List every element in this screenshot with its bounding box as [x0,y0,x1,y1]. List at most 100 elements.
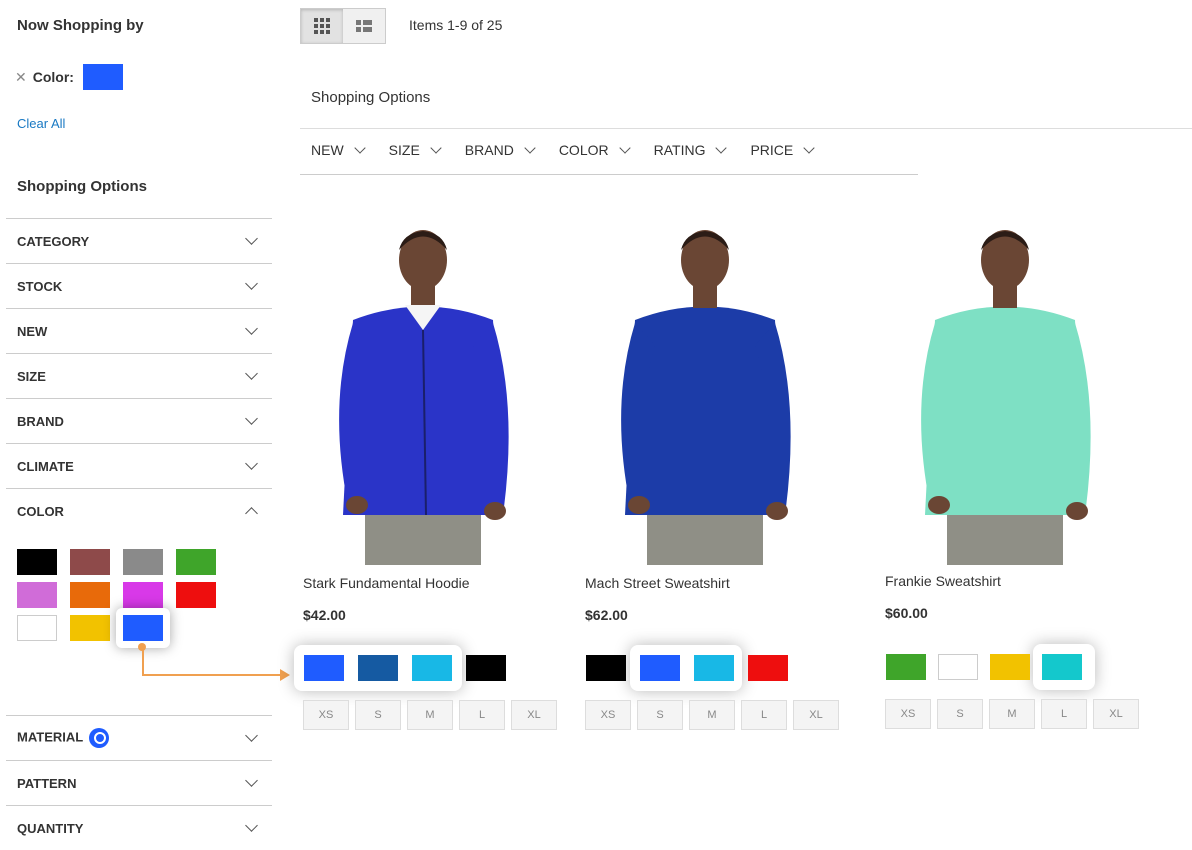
filter-material[interactable]: MATERIAL [6,715,272,760]
filter-label: MATERIAL [17,728,110,748]
product-color-swatch[interactable] [938,654,978,680]
product-color-swatch[interactable] [886,654,926,680]
product-color-swatch[interactable] [358,655,398,681]
product-card[interactable]: Mach Street Sweatshirt $62.00 [585,205,855,623]
color-swatch[interactable] [116,608,170,648]
color-swatch[interactable] [70,615,110,641]
size-option[interactable]: XS [885,699,931,729]
chevron-down-icon [245,729,258,742]
grid-view-button[interactable] [301,9,343,43]
product-price: $60.00 [885,605,928,621]
product-color-swatch[interactable] [412,655,452,681]
clear-all-link[interactable]: Clear All [17,116,65,131]
top-filter-color[interactable]: COLOR [559,141,633,158]
hand [928,496,950,514]
product-sizes: XS S M L XL [303,700,557,730]
swatch-fill [70,549,110,575]
size-option[interactable]: S [937,699,983,729]
filter-label: SIZE [17,368,46,384]
top-filter-price[interactable]: PRICE [750,141,817,158]
filter-quantity[interactable]: QUANTITY [6,805,272,850]
filter-new[interactable]: NEW [6,308,272,353]
product-sizes: XS S M L XL [885,699,1139,729]
filter-category[interactable]: CATEGORY [6,218,272,263]
connector-line [142,645,144,675]
size-option[interactable]: XL [793,700,839,730]
list-view-button[interactable] [343,9,385,43]
product-card[interactable]: Stark Fundamental Hoodie $42.00 [303,205,573,623]
color-swatch[interactable] [176,549,216,575]
material-info-icon [89,728,110,748]
product-card[interactable]: Frankie Sweatshirt $60.00 [885,205,1155,621]
top-filter-bar: NEW SIZE BRAND COLOR RATING PRICE [311,141,817,158]
top-filter-new[interactable]: NEW [311,141,368,158]
color-swatch[interactable] [17,615,57,641]
filter-label: CATEGORY [17,233,90,249]
filter-stock[interactable]: STOCK [6,263,272,308]
filter-size[interactable]: SIZE [6,353,272,398]
product-image[interactable] [885,205,1155,565]
active-filter-label: Color: [32,69,74,85]
size-option[interactable]: XS [585,700,631,730]
color-swatch[interactable] [123,582,163,608]
product-name[interactable]: Frankie Sweatshirt [885,573,1155,589]
top-filter-brand[interactable]: BRAND [464,141,538,158]
product-color-swatch[interactable] [466,655,506,681]
list-icon [356,20,372,32]
top-filter-label: NEW [311,142,344,158]
product-name[interactable]: Mach Street Sweatshirt [585,575,855,591]
size-option[interactable]: L [459,700,505,730]
color-swatch[interactable] [176,582,216,608]
size-option[interactable]: S [637,700,683,730]
size-option[interactable]: M [689,700,735,730]
color-swatch[interactable] [70,582,110,608]
size-option[interactable]: XS [303,700,349,730]
product-name[interactable]: Stark Fundamental Hoodie [303,575,573,591]
top-filter-size[interactable]: SIZE [389,141,444,158]
product-color-swatch[interactable] [640,655,680,681]
product-color-swatch[interactable] [748,655,788,681]
color-swatch[interactable] [17,582,57,608]
size-option[interactable]: S [355,700,401,730]
product-price: $42.00 [303,607,346,623]
arrow-right-icon [280,669,290,681]
filter-brand[interactable]: BRAND [6,398,272,443]
swatch-fill [123,549,163,575]
filter-label: QUANTITY [17,820,84,836]
size-option[interactable]: M [407,700,453,730]
top-filter-rating[interactable]: RATING [653,141,730,158]
size-option[interactable]: XL [511,700,557,730]
product-price: $62.00 [585,607,628,623]
product-color-swatch[interactable] [1042,654,1082,680]
color-swatch[interactable] [123,549,163,575]
top-filter-label: PRICE [750,142,794,158]
chevron-down-icon [245,457,258,470]
color-swatch[interactable] [70,549,110,575]
product-image[interactable] [585,205,855,565]
divider [300,174,918,175]
filter-label: STOCK [17,278,63,294]
remove-filter-icon[interactable]: ✕ [15,69,27,86]
product-color-swatch[interactable] [694,655,734,681]
filter-label: COLOR [17,503,64,519]
top-filter-label: RATING [653,142,706,158]
grid-icon [314,18,330,34]
size-option[interactable]: M [989,699,1035,729]
size-option[interactable]: XL [1093,699,1139,729]
filter-climate[interactable]: CLIMATE [6,443,272,488]
top-filter-label: BRAND [464,142,514,158]
product-color-swatch[interactable] [990,654,1030,680]
chevron-down-icon [245,232,258,245]
filter-pattern[interactable]: PATTERN [6,760,272,805]
size-option[interactable]: L [741,700,787,730]
swatch-fill [17,582,57,608]
filter-color[interactable]: COLOR [6,488,272,533]
size-option[interactable]: L [1041,699,1087,729]
color-swatch[interactable] [17,549,57,575]
product-color-swatch[interactable] [586,655,626,681]
filter-label: PATTERN [17,775,77,791]
product-image[interactable] [303,205,573,565]
product-sizes: XS S M L XL [585,700,839,730]
hand [766,502,788,520]
product-color-swatch[interactable] [304,655,344,681]
